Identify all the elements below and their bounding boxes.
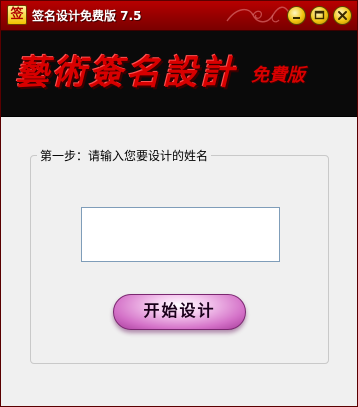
step-label: 第一步：请输入您要设计的姓名 [37,147,212,164]
decorative-swirl-icon [226,6,290,23]
close-icon [338,11,347,20]
start-design-button[interactable]: 开始设计 [113,294,246,330]
banner-subtitle: 免費版 [251,65,305,86]
window-title: 签名设计免费版 7.5 [32,9,142,23]
app-signature-icon[interactable]: 签 [7,5,27,25]
maximize-button[interactable] [310,6,329,25]
close-button[interactable] [333,6,352,25]
header-banner: 藝術簽名設計 免費版 [1,31,357,117]
start-design-button-label: 开始设计 [143,301,216,320]
minimize-icon [293,17,300,19]
banner-title: 藝術簽名設計 [15,53,237,93]
maximize-icon [314,10,325,20]
name-input[interactable] [81,207,280,262]
title-bar[interactable]: 签 签名设计免费版 7.5 [1,1,357,31]
app-window: 签 签名设计免费版 7.5 藝術簽名設計 免費版 第一步：请输入您要设计的姓名 … [0,0,358,407]
minimize-button[interactable] [287,6,306,25]
